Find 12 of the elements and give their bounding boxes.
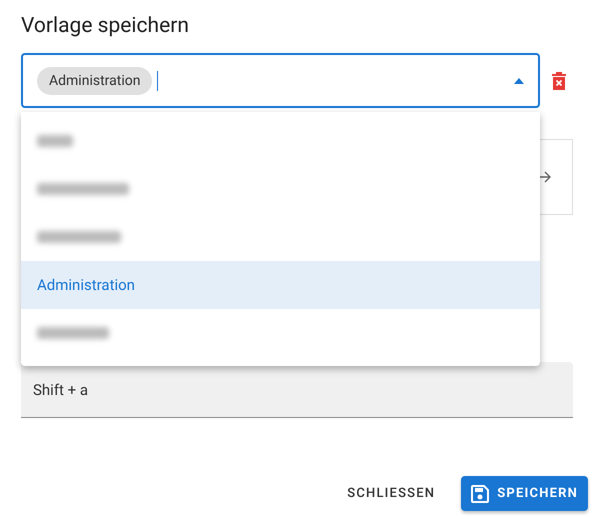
blurred-text — [37, 135, 73, 147]
close-button[interactable]: SCHLIESSEN — [337, 476, 446, 511]
blurred-text — [37, 327, 109, 339]
select-field[interactable]: Administration — [21, 53, 540, 108]
dialog-title: Vorlage speichern — [21, 13, 190, 40]
caret-icon[interactable] — [514, 78, 524, 84]
save-button[interactable]: SPEICHERN — [461, 476, 588, 511]
menu-item[interactable]: Administration — [21, 261, 540, 309]
chip[interactable]: Administration — [37, 66, 152, 94]
shortcut-field[interactable]: Shift + a — [21, 362, 573, 418]
arrow-right-icon[interactable] — [538, 170, 552, 184]
delete-icon[interactable] — [552, 72, 566, 90]
